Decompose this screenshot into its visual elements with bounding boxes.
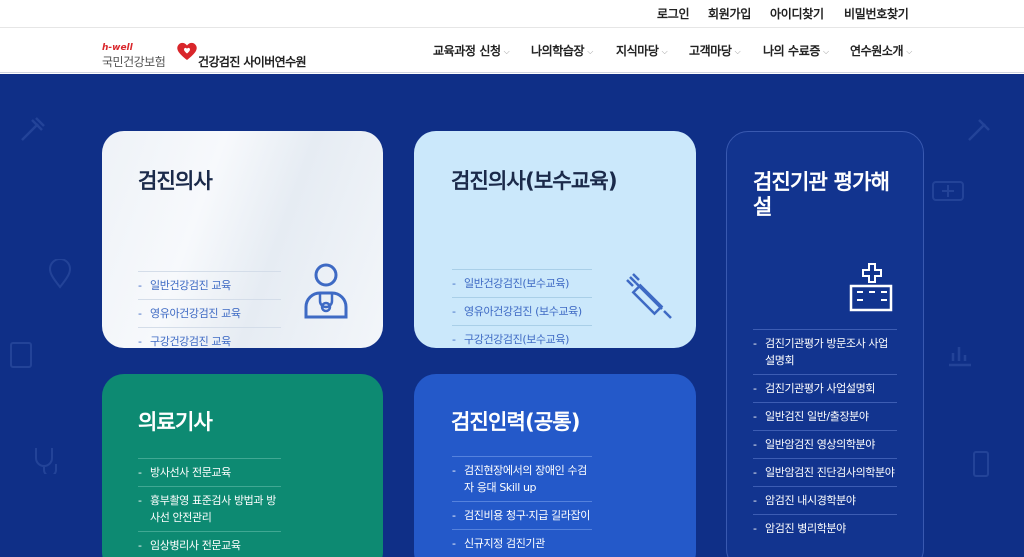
hospital-icon	[849, 263, 893, 312]
menu-item[interactable]: 일반검진 일반/출장분야	[753, 402, 897, 430]
menu-item[interactable]: 신규지정 검진기관	[452, 529, 592, 557]
phone-bg-icon	[973, 451, 989, 477]
site-header: h-well 국민건강보험 건강검진 사이버연수원 교육과정 신청 ⌵ 나의학습장…	[0, 29, 1024, 73]
pill-bg-icon	[968, 119, 990, 141]
gnb-certificate[interactable]: 나의 수료증 ⌵	[763, 42, 829, 59]
find-id-link[interactable]: 아이디찾기	[770, 5, 824, 22]
menu-item[interactable]: 구강건강검진(보수교육)	[452, 325, 592, 348]
card-menu: 일반건강검진(보수교육) 영유아건강검진 (보수교육) 구강건강검진(보수교육)	[452, 269, 592, 348]
chart-bg-icon	[949, 347, 971, 367]
card-title: 검진의사	[138, 169, 213, 193]
gnb-label: 연수원소개	[850, 44, 904, 58]
menu-item[interactable]: 검진비용 청구·지급 길라잡이	[452, 501, 592, 529]
menu-item[interactable]: 검진기관평가 방문조사 사업설명회	[753, 329, 897, 374]
syringe-icon	[626, 273, 672, 319]
card-title: 검진기관 평가해설	[753, 170, 890, 220]
menu-item[interactable]: 방사선사 전문교육	[138, 458, 281, 486]
card-menu: 검진현장에서의 장애인 수검자 응대 Skill up 검진비용 청구·지급 길…	[452, 456, 592, 557]
logo-hwell-text: h-well	[102, 43, 133, 53]
gnb-label: 고객마당	[689, 44, 732, 58]
chevron-down-icon: ⌵	[503, 47, 510, 56]
card-menu: 방사선사 전문교육 흉부촬영 표준검사 방법과 방사선 안전관리 임상병리사 전…	[138, 458, 281, 557]
card-checkup-doctor[interactable]: 검진의사 일반건강검진 교육 영유아건강검진 교육 구강건강검진 교육	[102, 131, 383, 348]
gnb-knowledge[interactable]: 지식마당 ⌵	[616, 42, 668, 59]
menu-item[interactable]: 검진현장에서의 장애인 수검자 응대 Skill up	[452, 456, 592, 501]
menu-item[interactable]: 일반건강검진 교육	[138, 271, 281, 299]
menu-item[interactable]: 구강건강검진 교육	[138, 327, 281, 348]
doctor-icon	[304, 263, 348, 319]
kit-bg-icon	[932, 181, 964, 201]
gnb-course-apply[interactable]: 교육과정 신청 ⌵	[433, 42, 510, 59]
logo-subtitle: 건강검진 사이버연수원	[198, 55, 307, 69]
find-password-link[interactable]: 비밀번호찾기	[844, 5, 909, 22]
chevron-down-icon: ⌵	[906, 47, 912, 56]
login-link[interactable]: 로그인	[657, 5, 690, 22]
gnb-customer[interactable]: 고객마당 ⌵	[689, 42, 741, 59]
gnb-label: 교육과정 신청	[433, 44, 501, 58]
utility-bar: 로그인 회원가입 아이디찾기 비밀번호찾기	[0, 0, 1024, 28]
menu-item[interactable]: 일반암검진 진단검사의학분야	[753, 458, 897, 486]
card-checkup-doctor-refresher[interactable]: 검진의사(보수교육) 일반건강검진(보수교육) 영유아건강검진 (보수교육) 구…	[414, 131, 696, 348]
menu-item[interactable]: 암검진 병리학분야	[753, 514, 897, 542]
heart-logo-icon	[177, 42, 197, 60]
card-menu: 일반건강검진 교육 영유아건강검진 교육 구강건강검진 교육	[138, 271, 281, 348]
location-bg-icon	[48, 259, 72, 289]
menu-item[interactable]: 일반건강검진(보수교육)	[452, 269, 592, 297]
menu-item[interactable]: 암검진 내시경학분야	[753, 486, 897, 514]
card-checkup-staff-common[interactable]: 검진인력(공통) 검진현장에서의 장애인 수검자 응대 Skill up 검진비…	[414, 374, 696, 557]
menu-item[interactable]: 임상병리사 전문교육	[138, 531, 281, 557]
syringe-bg-icon	[21, 117, 45, 141]
card-title: 의료기사	[138, 410, 213, 434]
card-institution-evaluation[interactable]: 검진기관 평가해설 검진기관평가 방문조사 사업설명회 검진기관평가 사업설명회…	[726, 131, 924, 557]
card-title: 검진인력(공통)	[451, 410, 581, 434]
gnb-about[interactable]: 연수원소개 ⌵	[850, 42, 912, 59]
chevron-down-icon: ⌵	[734, 47, 741, 56]
menu-item[interactable]: 검진기관평가 사업설명회	[753, 374, 897, 402]
logo-nhis-text: 국민건강보험	[102, 55, 166, 69]
stethoscope-bg-icon	[35, 448, 57, 474]
menu-item[interactable]: 흉부촬영 표준검사 방법과 방사선 안전관리	[138, 486, 281, 531]
gnb-label: 지식마당	[616, 44, 659, 58]
menu-item[interactable]: 영유아건강검진 교육	[138, 299, 281, 327]
card-menu: 검진기관평가 방문조사 사업설명회 검진기관평가 사업설명회 일반검진 일반/출…	[753, 329, 897, 542]
menu-item[interactable]: 영유아건강검진 (보수교육)	[452, 297, 592, 325]
chevron-down-icon: ⌵	[661, 47, 668, 56]
menu-item[interactable]: 일반암검진 영상의학분야	[753, 430, 897, 458]
chevron-down-icon: ⌵	[822, 47, 829, 56]
clipboard-bg-icon	[10, 342, 32, 368]
card-medical-technician[interactable]: 의료기사 방사선사 전문교육 흉부촬영 표준검사 방법과 방사선 안전관리 임상…	[102, 374, 383, 557]
gnb-label: 나의 수료증	[763, 44, 820, 58]
site-logo[interactable]: h-well 국민건강보험 건강검진 사이버연수원	[102, 41, 312, 73]
chevron-down-icon: ⌵	[587, 47, 593, 56]
card-title: 검진의사(보수교육)	[451, 169, 618, 193]
gnb-my-study[interactable]: 나의학습장 ⌵	[531, 42, 593, 59]
main-content: 검진의사 일반건강검진 교육 영유아건강검진 교육 구강건강검진 교육 검진의사…	[0, 74, 1024, 557]
gnb-label: 나의학습장	[531, 44, 585, 58]
signup-link[interactable]: 회원가입	[708, 5, 751, 22]
